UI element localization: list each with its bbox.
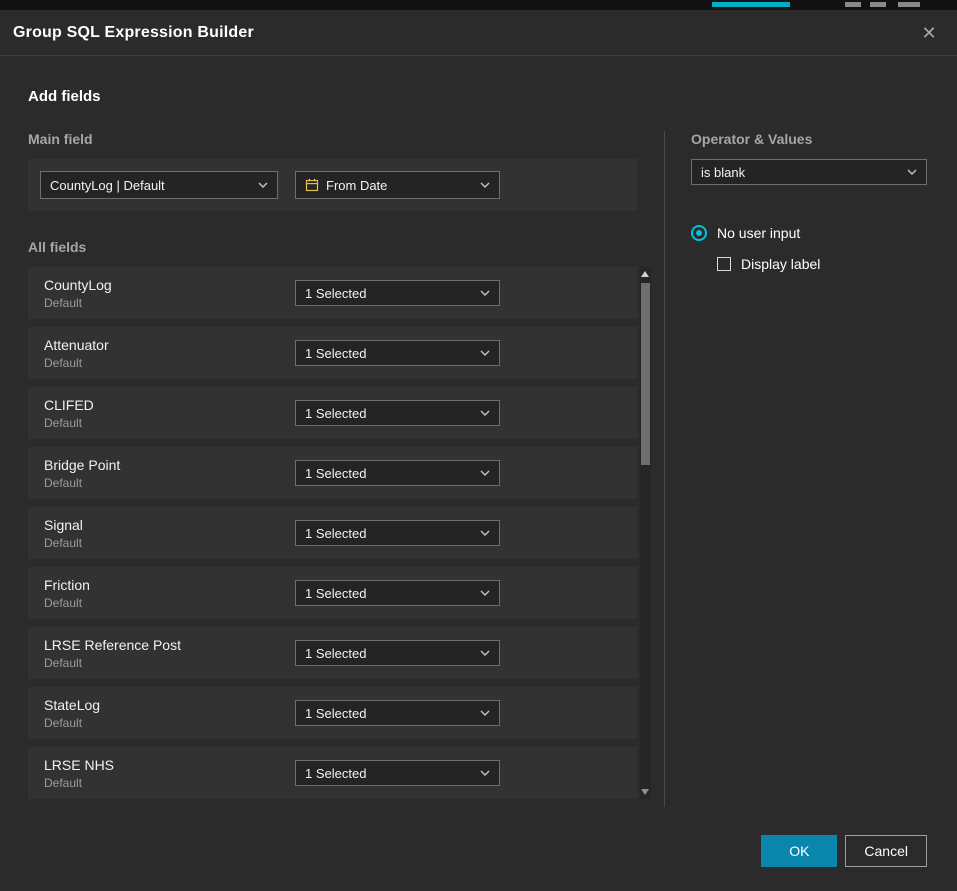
operator-select[interactable]: is blank [691,159,927,185]
main-field-layer-select[interactable]: CountyLog | Default [40,171,278,199]
chevron-down-icon [907,169,917,175]
scrollbar-down-arrow-icon[interactable] [641,789,649,795]
chevron-down-icon [258,182,268,188]
background-app-strip [0,0,957,10]
main-field-field-select[interactable]: From Date [295,171,500,199]
display-label-checkbox-option[interactable]: Display label [717,256,927,272]
main-field-panel: CountyLog | Default [28,159,638,211]
no-user-input-label: No user input [717,225,800,241]
field-selection-select[interactable]: 1 Selected [295,580,500,606]
selection-value: 1 Selected [305,406,366,421]
add-fields-heading: Add fields [28,88,927,105]
chevron-down-icon [480,470,490,476]
chevron-down-icon [480,650,490,656]
chevron-down-icon [480,290,490,296]
field-selection-select[interactable]: 1 Selected [295,400,500,426]
fields-column: Main field CountyLog | Default [28,131,652,807]
field-selection-select[interactable]: 1 Selected [295,700,500,726]
operator-values-column: Operator & Values is blank No user input… [665,131,927,807]
field-selection-select[interactable]: 1 Selected [295,280,500,306]
checkbox-unchecked-icon [717,257,731,271]
radio-selected-icon [691,225,707,241]
field-row-signal: Signal Default 1 Selected [28,507,638,559]
dialog-body: Add fields Main field CountyLog | Defaul… [0,56,957,891]
cancel-button[interactable]: Cancel [845,835,927,867]
no-user-input-radio-option[interactable]: No user input [691,225,927,241]
field-selection-select[interactable]: 1 Selected [295,520,500,546]
group-sql-expression-builder-dialog: Group SQL Expression Builder ✕ Add field… [0,10,957,891]
chevron-down-icon [480,182,490,188]
close-icon[interactable]: ✕ [917,21,941,45]
field-selection-select[interactable]: 1 Selected [295,460,500,486]
background-teal-remnant [712,2,790,7]
field-row-clifed: CLIFED Default 1 Selected [28,387,638,439]
dialog-footer: OK Cancel [761,835,927,867]
all-fields-list: CountyLog Default 1 Selected Attenuator … [28,267,638,807]
list-scrollbar[interactable] [640,267,651,799]
background-icon-remnant [870,2,886,7]
operator-values-label: Operator & Values [691,131,927,147]
selection-value: 1 Selected [305,346,366,361]
field-selection-select[interactable]: 1 Selected [295,340,500,366]
field-row-bridge-point: Bridge Point Default 1 Selected [28,447,638,499]
selection-value: 1 Selected [305,766,366,781]
field-row-lrse-nhs: LRSE NHS Default 1 Selected [28,747,638,799]
field-row-countylog: CountyLog Default 1 Selected [28,267,638,319]
chevron-down-icon [480,710,490,716]
dialog-header: Group SQL Expression Builder ✕ [0,10,957,56]
scrollbar-up-arrow-icon[interactable] [641,271,649,277]
field-selection-select[interactable]: 1 Selected [295,640,500,666]
chevron-down-icon [480,530,490,536]
field-row-lrse-reference-post: LRSE Reference Post Default 1 Selected [28,627,638,679]
background-icon-remnant [898,2,920,7]
selection-value: 1 Selected [305,706,366,721]
operator-value: is blank [701,165,745,180]
selection-value: 1 Selected [305,646,366,661]
chevron-down-icon [480,350,490,356]
field-row-attenuator: Attenuator Default 1 Selected [28,327,638,379]
chevron-down-icon [480,590,490,596]
field-selection-select[interactable]: 1 Selected [295,760,500,786]
chevron-down-icon [480,770,490,776]
chevron-down-icon [480,410,490,416]
main-field-label: Main field [28,131,652,147]
ok-button[interactable]: OK [761,835,837,867]
selection-value: 1 Selected [305,526,366,541]
selection-value: 1 Selected [305,286,366,301]
scrollbar-thumb[interactable] [641,283,650,465]
background-icon-remnant [845,2,861,7]
calendar-icon [305,178,319,192]
all-fields-label: All fields [28,239,652,255]
selection-value: 1 Selected [305,466,366,481]
selection-value: 1 Selected [305,586,366,601]
field-row-friction: Friction Default 1 Selected [28,567,638,619]
main-field-field-value: From Date [326,178,387,193]
dialog-title: Group SQL Expression Builder [13,24,254,42]
field-row-statelog: StateLog Default 1 Selected [28,687,638,739]
display-label-label: Display label [741,256,820,272]
main-field-layer-value: CountyLog | Default [50,178,165,193]
